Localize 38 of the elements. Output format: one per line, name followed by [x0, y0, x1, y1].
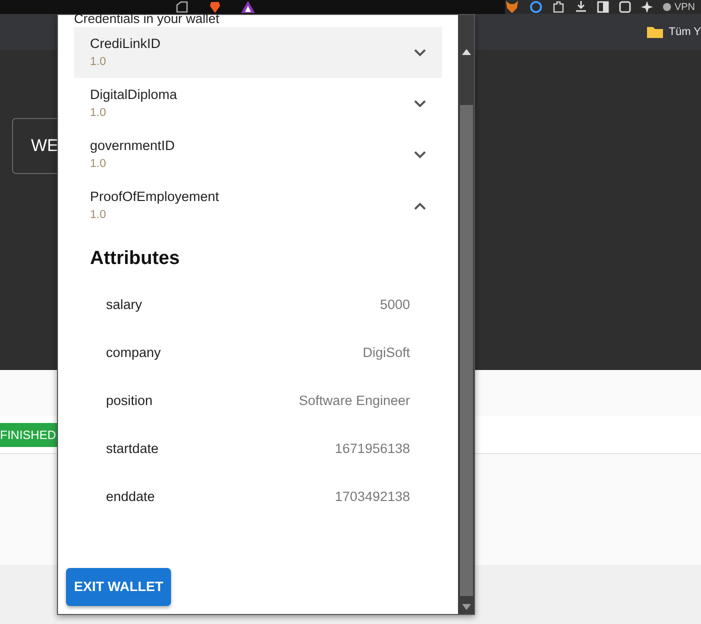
credential-name: CrediLinkID — [90, 34, 162, 52]
bookmark-link[interactable]: Tüm Y — [668, 24, 701, 40]
fox-icon[interactable] — [505, 1, 520, 13]
puzzle-icon[interactable] — [553, 1, 566, 13]
dot-icon — [663, 3, 672, 11]
attribute-value: 1703492138 — [334, 488, 410, 506]
sidebar-icon[interactable] — [597, 1, 610, 13]
tab-icon[interactable] — [175, 1, 189, 13]
credential-version: 1.0 — [90, 54, 107, 70]
triangle-icon[interactable] — [241, 1, 255, 13]
attribute-name: startdate — [106, 440, 159, 458]
attribute-value: Software Engineer — [298, 392, 410, 410]
attribute-name: enddate — [106, 488, 155, 506]
attributes-heading: Attributes — [90, 247, 181, 271]
vpn-label: VPN — [674, 0, 695, 14]
vpn-button[interactable]: VPN — [663, 0, 695, 14]
credential-item[interactable]: CrediLinkID 1.0 — [74, 27, 442, 78]
target-icon[interactable] — [529, 1, 544, 13]
sparkle-icon[interactable] — [641, 1, 654, 13]
scrollbar[interactable] — [458, 15, 474, 614]
attribute-value: 1671956138 — [334, 440, 410, 458]
folder-icon[interactable] — [646, 26, 663, 38]
exit-wallet-button[interactable]: EXIT WALLET — [66, 568, 172, 606]
credential-version: 1.0 — [90, 106, 107, 120]
credential-version: 1.0 — [90, 156, 107, 172]
window-icon[interactable] — [619, 1, 632, 13]
credential-name: DigitalDiploma — [90, 86, 178, 104]
attribute-name: salary — [106, 296, 142, 314]
credential-name: governmentID — [90, 136, 176, 154]
credential-name: ProofOfEmployement — [90, 188, 220, 206]
download-icon[interactable] — [575, 1, 588, 13]
attribute-value: DigiSoft — [362, 344, 410, 362]
credential-version: 1.0 — [90, 208, 107, 222]
attribute-value: 5000 — [380, 296, 410, 314]
attribute-name: company — [106, 344, 161, 362]
scroll-down-icon[interactable] — [462, 604, 470, 610]
wallet-heading: Credentials in your wallet — [74, 11, 220, 27]
attribute-name: position — [106, 392, 153, 410]
